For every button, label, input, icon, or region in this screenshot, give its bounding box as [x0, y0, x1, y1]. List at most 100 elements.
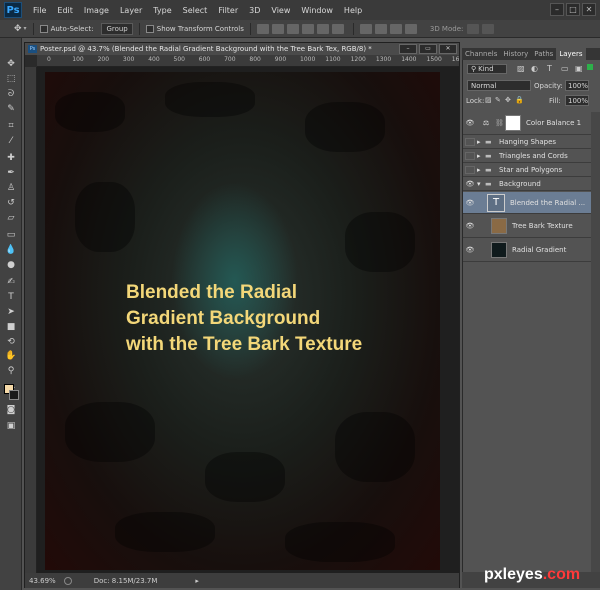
type-tool-icon[interactable]: T [4, 291, 18, 303]
distribute-icon[interactable] [389, 23, 402, 34]
brush-tool-icon[interactable]: ✒ [4, 167, 18, 179]
distribute-icon[interactable] [374, 23, 387, 34]
quick-select-tool-icon[interactable]: ✎ [4, 103, 18, 115]
layers-scrollbar[interactable] [591, 112, 600, 572]
filter-toggle-icon[interactable] [587, 64, 593, 70]
hand-tool-icon[interactable]: ✋ [4, 350, 18, 362]
layer-mask-thumbnail[interactable] [505, 115, 521, 131]
visibility-eye-icon[interactable]: 👁 [463, 222, 477, 230]
background-color-swatch[interactable] [9, 390, 19, 400]
eraser-tool-icon[interactable]: ▱ [4, 212, 18, 224]
healing-brush-tool-icon[interactable]: ✚ [4, 152, 18, 164]
dodge-tool-icon[interactable]: ● [4, 259, 18, 271]
align-bottom-icon[interactable] [286, 23, 299, 34]
tab-channels[interactable]: Channels [462, 48, 500, 60]
doc-minimize-button[interactable]: – [399, 44, 417, 54]
distribute-icon[interactable] [404, 23, 417, 34]
path-selection-tool-icon[interactable]: ➤ [4, 306, 18, 318]
menu-select[interactable]: Select [183, 6, 208, 15]
doc-close-button[interactable]: ✕ [439, 44, 457, 54]
menu-view[interactable]: View [271, 6, 290, 15]
filter-kind-dropdown[interactable]: ⚲ Kind [467, 64, 507, 74]
auto-select-dropdown[interactable]: Group [101, 22, 133, 35]
minimize-button[interactable]: – [550, 3, 564, 16]
vertical-ruler[interactable] [25, 67, 37, 573]
group-chevron-down-icon[interactable]: ▾ [477, 180, 485, 188]
visibility-eye-icon[interactable]: 👁 [463, 180, 477, 188]
opacity-field[interactable]: 100% [565, 80, 589, 91]
doc-restore-button[interactable]: ▭ [419, 44, 437, 54]
canvas[interactable]: Blended the Radial Gradient Background w… [45, 72, 440, 570]
layer-row-color-balance[interactable]: 👁 ⚖ ⛓ Color Balance 1 [463, 112, 591, 135]
layer-row-text-selected[interactable]: 👁 T Blended the Radial ... [463, 192, 591, 214]
align-top-icon[interactable] [256, 23, 269, 34]
visibility-empty-icon[interactable] [465, 138, 475, 146]
align-right-icon[interactable] [331, 23, 344, 34]
move-tool-icon[interactable]: ✥ [14, 24, 22, 34]
tab-paths[interactable]: Paths [531, 48, 556, 60]
menu-edit[interactable]: Edit [57, 6, 73, 15]
tab-history[interactable]: History [500, 48, 531, 60]
transform-controls-checkbox[interactable] [145, 24, 154, 33]
3d-rotate-icon[interactable] [467, 23, 480, 34]
menu-file[interactable]: File [33, 6, 46, 15]
filter-adjustment-icon[interactable]: ◐ [531, 64, 538, 73]
layer-row-hanging-shapes[interactable]: ▸ ▬ Hanging Shapes [463, 136, 591, 149]
blend-mode-dropdown[interactable]: Normal [467, 80, 531, 91]
menu-3d[interactable]: 3D [249, 6, 260, 15]
quick-mask-icon[interactable]: ◙ [4, 404, 18, 416]
lock-transparent-icon[interactable]: ▨ [485, 96, 492, 104]
menu-layer[interactable]: Layer [120, 6, 142, 15]
visibility-eye-icon[interactable]: 👁 [463, 246, 477, 254]
group-chevron-right-icon[interactable]: ▸ [477, 152, 485, 160]
align-middle-icon[interactable] [271, 23, 284, 34]
status-info-icon[interactable] [63, 576, 72, 585]
bark-texture-thumbnail[interactable] [491, 218, 507, 234]
clone-stamp-tool-icon[interactable]: ♙ [4, 182, 18, 194]
layer-row-star-polygons[interactable]: ▸ ▬ Star and Polygons [463, 164, 591, 177]
close-button[interactable]: ✕ [582, 3, 596, 16]
blur-tool-icon[interactable]: 💧 [4, 244, 18, 256]
lock-position-icon[interactable]: ✥ [505, 96, 511, 104]
layer-row-triangles[interactable]: ▸ ▬ Triangles and Cords [463, 150, 591, 163]
screen-mode-icon[interactable]: ▣ [4, 420, 18, 432]
tab-layers[interactable]: Layers [556, 48, 586, 60]
horizontal-ruler[interactable]: 0 100 200 300 400 500 600 700 800 900 1000 1100 1200… [37, 55, 459, 67]
crop-tool-icon[interactable]: ⌗ [4, 120, 18, 132]
chain-link-icon[interactable]: ⛓ [495, 119, 505, 127]
marquee-tool-icon[interactable]: ⬚ [4, 73, 18, 85]
zoom-level[interactable]: 43.69% [29, 577, 56, 585]
eyedropper-tool-icon[interactable]: ⁄ [4, 135, 18, 147]
filter-shape-icon[interactable]: ▭ [561, 64, 569, 73]
lock-all-icon[interactable]: 🔒 [515, 96, 524, 104]
3d-pan-icon[interactable] [482, 23, 495, 34]
shape-tool-icon[interactable]: ■ [4, 321, 18, 333]
menu-help[interactable]: Help [344, 6, 362, 15]
layer-row-radial-gradient[interactable]: 👁 Radial Gradient [463, 239, 591, 262]
maximize-button[interactable]: □ [566, 3, 580, 16]
history-brush-tool-icon[interactable]: ↺ [4, 197, 18, 209]
3d-tool-icon[interactable]: ⟲ [4, 336, 18, 348]
move-tool-icon[interactable]: ✥ [4, 58, 18, 70]
menu-type[interactable]: Type [153, 6, 171, 15]
pen-tool-icon[interactable]: ✍ [4, 276, 18, 288]
align-center-icon[interactable] [316, 23, 329, 34]
auto-select-checkbox[interactable] [39, 24, 48, 33]
layer-row-background-group[interactable]: 👁 ▾ ▬ Background [463, 178, 591, 191]
group-chevron-right-icon[interactable]: ▸ [477, 166, 485, 174]
lasso-tool-icon[interactable]: ᘐ [4, 88, 18, 100]
visibility-empty-icon[interactable] [465, 166, 475, 174]
gradient-thumbnail[interactable] [491, 242, 507, 258]
align-left-icon[interactable] [301, 23, 314, 34]
document-tab[interactable]: Ps Poster.psd @ 43.7% (Blended the Radia… [25, 43, 459, 55]
layer-row-tree-bark[interactable]: 👁 Tree Bark Texture [463, 215, 591, 238]
distribute-icon[interactable] [359, 23, 372, 34]
fill-field[interactable]: 100% [565, 95, 589, 106]
visibility-eye-icon[interactable]: 👁 [463, 119, 477, 127]
menu-filter[interactable]: Filter [218, 6, 238, 15]
canvas-text[interactable]: Blended the Radial Gradient Background w… [126, 280, 426, 358]
status-menu-arrow-icon[interactable]: ▸ [195, 577, 199, 585]
tool-preset-chevron-icon[interactable]: ▾ [24, 25, 27, 32]
menu-window[interactable]: Window [301, 6, 333, 15]
visibility-eye-icon[interactable]: 👁 [463, 199, 477, 207]
